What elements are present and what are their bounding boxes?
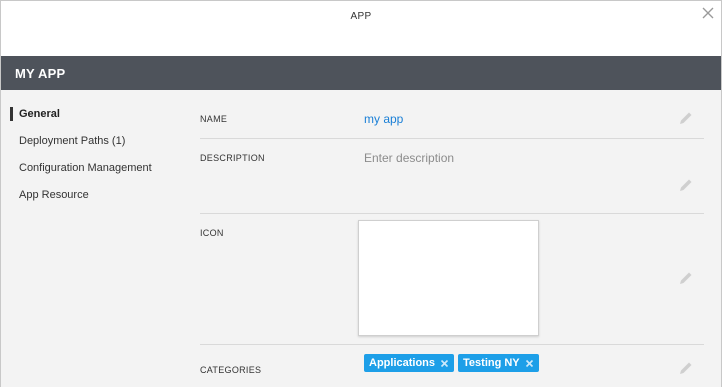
categories-row: CATEGORIES Applications Testing NY xyxy=(200,345,704,387)
close-icon[interactable] xyxy=(701,6,715,20)
app-dialog: APP MY APP General Deployment Paths (1) … xyxy=(0,0,722,387)
name-row: NAME my app xyxy=(200,90,704,139)
tag-label: Testing NY xyxy=(463,357,520,369)
icon-upload-box[interactable] xyxy=(358,220,539,336)
name-label: NAME xyxy=(200,114,228,124)
pencil-icon[interactable] xyxy=(678,177,694,193)
pencil-icon[interactable] xyxy=(678,110,694,126)
sidebar-item-label: Configuration Management xyxy=(19,162,152,174)
general-form: NAME my app DESCRIPTION Enter descriptio… xyxy=(200,90,704,387)
description-row: DESCRIPTION Enter description xyxy=(200,139,704,214)
description-label: DESCRIPTION xyxy=(200,153,265,163)
category-tags: Applications Testing NY xyxy=(364,354,539,372)
sidebar-item-label: App Resource xyxy=(19,189,89,201)
icon-label: ICON xyxy=(200,228,224,238)
sidebar-item-configuration-management[interactable]: Configuration Management xyxy=(1,156,181,183)
close-icon[interactable] xyxy=(525,359,534,368)
dialog-titlebar: APP xyxy=(1,1,721,56)
sidebar-item-label: Deployment Paths (1) xyxy=(19,135,126,147)
category-tag[interactable]: Applications xyxy=(364,354,455,372)
sidebar-item-deployment-paths[interactable]: Deployment Paths (1) xyxy=(1,129,181,156)
close-icon[interactable] xyxy=(440,359,449,368)
sidebar-item-app-resource[interactable]: App Resource xyxy=(1,183,181,210)
active-indicator xyxy=(10,107,13,121)
description-field[interactable]: Enter description xyxy=(364,151,454,165)
sidebar-item-label: General xyxy=(19,108,60,120)
sidebar-item-general[interactable]: General xyxy=(1,102,181,129)
app-header-bar: MY APP xyxy=(1,56,721,90)
icon-row: ICON xyxy=(200,214,704,345)
pencil-icon[interactable] xyxy=(678,270,694,286)
name-value[interactable]: my app xyxy=(364,112,403,126)
sidebar-nav: General Deployment Paths (1) Configurati… xyxy=(1,102,181,210)
categories-label: CATEGORIES xyxy=(200,365,262,375)
dialog-title: APP xyxy=(350,11,372,22)
dialog-content: General Deployment Paths (1) Configurati… xyxy=(1,90,721,387)
tag-label: Applications xyxy=(369,357,436,369)
pencil-icon[interactable] xyxy=(678,360,694,376)
category-tag[interactable]: Testing NY xyxy=(458,354,539,372)
app-title: MY APP xyxy=(15,66,66,81)
